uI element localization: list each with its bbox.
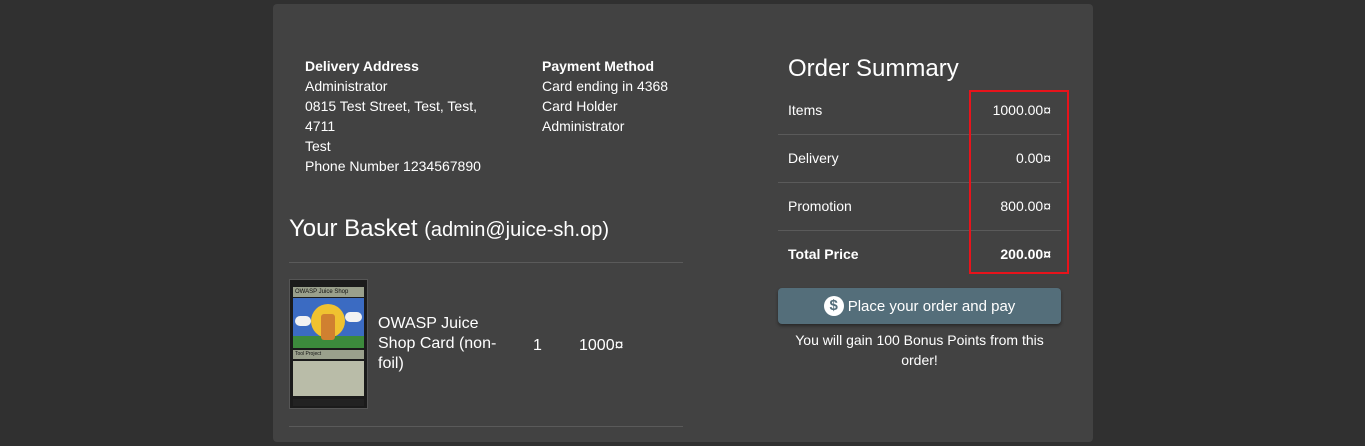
basket-email: (admin@juice-sh.op) bbox=[424, 219, 610, 241]
basket-title: Your Basket (admin@juice-sh.op) bbox=[289, 214, 609, 245]
delivery-address: Delivery Address Administrator 0815 Test… bbox=[305, 56, 505, 176]
product-image-art bbox=[293, 298, 364, 348]
basket-divider-top bbox=[289, 262, 683, 263]
summary-total-label: Total Price bbox=[788, 246, 859, 262]
summary-title: Order Summary bbox=[788, 55, 959, 82]
summary-promotion-label: Promotion bbox=[788, 198, 852, 214]
delivery-heading: Delivery Address bbox=[305, 58, 419, 74]
delivery-phone: Phone Number 1234567890 bbox=[305, 158, 481, 174]
summary-items-label: Items bbox=[788, 102, 823, 118]
product-price: 1000¤ bbox=[579, 337, 624, 354]
delivery-name: Administrator bbox=[305, 78, 388, 94]
place-order-button[interactable]: $ Place your order and pay bbox=[778, 288, 1061, 324]
basket-title-text: Your Basket bbox=[289, 215, 418, 242]
payment-heading: Payment Method bbox=[542, 58, 655, 74]
payment-method: Payment Method Card ending in 4368 Card … bbox=[542, 56, 682, 136]
place-order-label: Place your order and pay bbox=[847, 297, 1016, 315]
product-image-banner: OWASP Juice Shop bbox=[293, 287, 364, 297]
dollar-icon: $ bbox=[823, 296, 844, 316]
product-image-footer bbox=[293, 399, 364, 406]
product-image: OWASP Juice Shop Tool Project bbox=[289, 279, 368, 409]
payment-holder: Administrator bbox=[542, 118, 625, 134]
product-name: OWASP Juice Shop Card (non-foil) bbox=[378, 315, 497, 372]
payment-holder-label: Card Holder bbox=[542, 98, 618, 114]
bonus-points-text: You will gain 100 Bonus Points from this… bbox=[795, 332, 1044, 368]
summary-delivery-label: Delivery bbox=[788, 150, 839, 166]
delivery-street: 0815 Test Street, Test, Test, 4711 bbox=[305, 98, 477, 134]
product-quantity: 1 bbox=[533, 337, 542, 354]
price-highlight-box bbox=[969, 90, 1069, 274]
basket-divider-bottom bbox=[289, 426, 683, 427]
product-image-text bbox=[293, 361, 364, 396]
product-image-type: Tool Project bbox=[293, 350, 364, 359]
payment-card: Card ending in 4368 bbox=[542, 78, 669, 94]
delivery-city: Test bbox=[305, 138, 331, 154]
order-card: Delivery Address Administrator 0815 Test… bbox=[273, 4, 1093, 442]
